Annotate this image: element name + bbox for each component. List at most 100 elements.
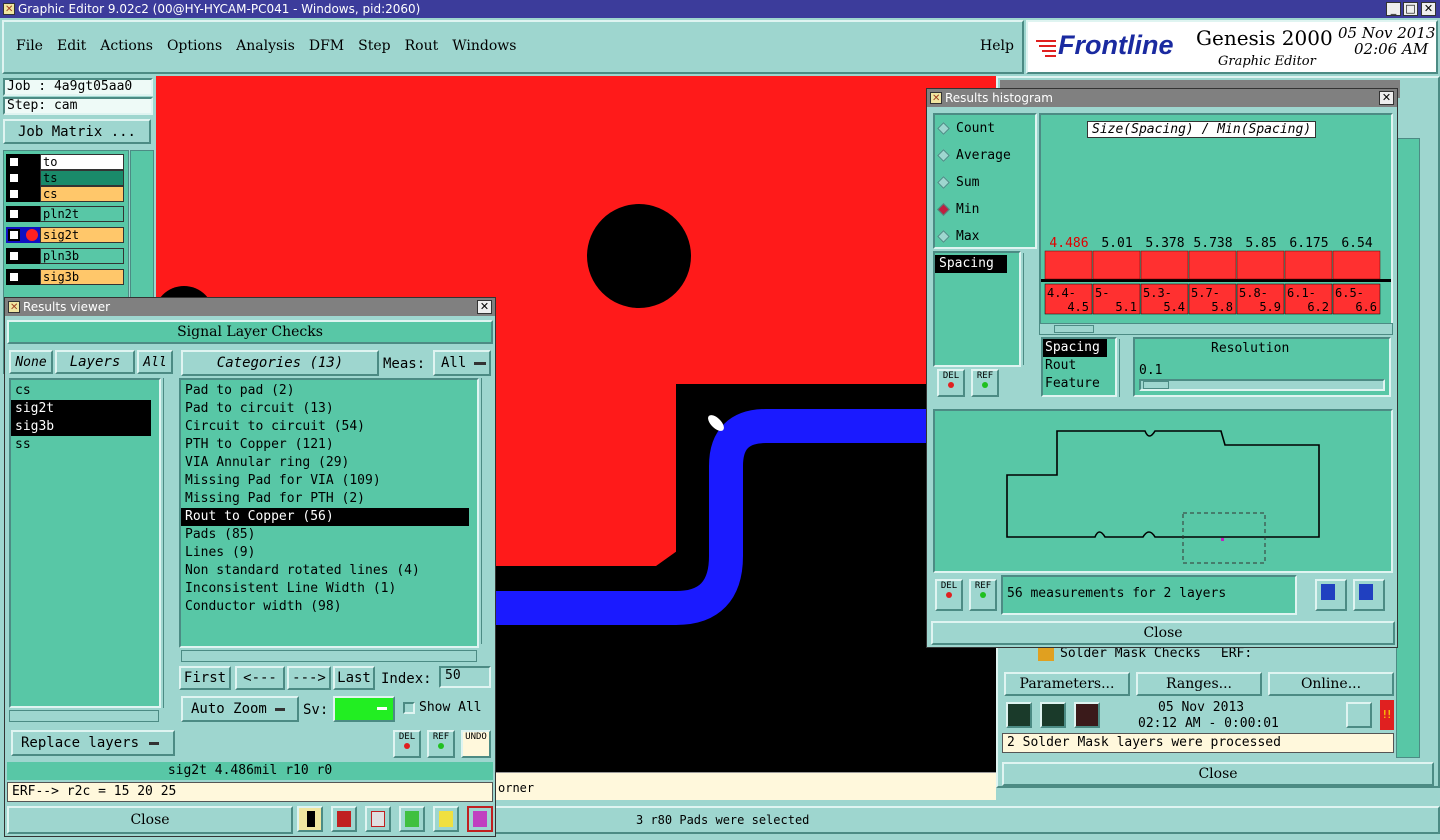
category-item[interactable]: PTH to Copper (121) <box>181 436 469 454</box>
viewer-del-button[interactable]: DEL <box>393 730 421 758</box>
layer-checkbox-icon[interactable] <box>8 271 20 283</box>
ranges-button[interactable]: Ranges... <box>1136 672 1262 696</box>
ref-off-icon[interactable] <box>365 806 391 832</box>
histogram-export-icon[interactable] <box>1315 579 1347 611</box>
chart-hscroll[interactable] <box>1039 323 1393 335</box>
category-item[interactable]: Rout to Copper (56) <box>181 508 469 526</box>
mode-radio-sum[interactable]: Sum <box>935 169 1035 196</box>
category-item[interactable]: Conductor width (98) <box>181 598 469 616</box>
layers-all-button[interactable]: All <box>137 350 173 374</box>
layer-checkbox-icon[interactable] <box>8 208 20 220</box>
solder-mask-row[interactable]: Solder Mask Checks ERF: <box>1038 646 1252 661</box>
board-preview[interactable] <box>933 409 1393 573</box>
category-item[interactable]: Pad to pad (2) <box>181 382 469 400</box>
online-button[interactable]: Online... <box>1268 672 1394 696</box>
viewer-close-x[interactable]: ✕ <box>477 300 492 314</box>
viewer-ref-button[interactable]: REF <box>427 730 455 758</box>
show-all-checkbox[interactable]: Show All <box>403 700 482 715</box>
histogram-close-x[interactable]: ✕ <box>1379 91 1394 105</box>
viewer-titlebar[interactable]: Results viewer ✕ <box>5 298 495 317</box>
chart-hscroll-thumb[interactable] <box>1054 325 1094 333</box>
measure-list-scrollbar[interactable] <box>1023 253 1035 365</box>
mode-radio-min[interactable]: Min <box>935 196 1035 223</box>
minimize-button[interactable]: _ <box>1386 2 1401 16</box>
alert-icon[interactable]: !! <box>1380 700 1394 730</box>
job-matrix-button[interactable]: Job Matrix ... <box>3 119 151 144</box>
erf-icon[interactable] <box>331 806 357 832</box>
mode-radio-count[interactable]: Count <box>935 115 1035 142</box>
group-list-scrollbar[interactable] <box>1119 339 1131 397</box>
viewer-undo-button[interactable]: UNDO <box>461 730 491 758</box>
run-error-icon[interactable] <box>1074 702 1100 728</box>
category-item[interactable]: Non standard rotated lines (4) <box>181 562 469 580</box>
highlight-icon[interactable] <box>297 806 323 832</box>
menu-analysis[interactable]: Analysis <box>236 38 295 54</box>
histogram-layout-icon[interactable] <box>1353 579 1385 611</box>
histogram-titlebar[interactable]: Results histogram ✕ <box>927 89 1397 108</box>
resolution-slider[interactable] <box>1139 379 1385 391</box>
layer-row-pln3b[interactable]: pln3b <box>6 248 124 264</box>
viewer-menu-icon[interactable] <box>8 299 20 317</box>
histogram-menu-icon[interactable] <box>930 90 942 108</box>
layer-results-scrollbar[interactable] <box>163 378 175 708</box>
next-button[interactable]: ---> <box>287 666 331 690</box>
category-item[interactable]: Inconsistent Line Width (1) <box>181 580 469 598</box>
compare-icon[interactable] <box>399 806 425 832</box>
last-button[interactable]: Last <box>333 666 375 690</box>
category-item[interactable]: Missing Pad for VIA (109) <box>181 472 469 490</box>
zoom-icon[interactable] <box>1346 702 1372 728</box>
layer-checkbox-icon[interactable] <box>8 250 20 262</box>
menu-edit[interactable]: Edit <box>57 38 86 54</box>
categories-button[interactable]: Categories (13) <box>181 350 379 376</box>
close-button[interactable]: ✕ <box>1421 2 1436 16</box>
histogram-bar[interactable] <box>1140 250 1189 280</box>
category-item[interactable]: Lines (9) <box>181 544 469 562</box>
layer-row-cs[interactable]: cs <box>6 186 124 202</box>
layer-row-pln2t[interactable]: pln2t <box>6 206 124 222</box>
category-item[interactable]: Circuit to circuit (54) <box>181 418 469 436</box>
histogram-bar[interactable] <box>1188 250 1237 280</box>
histogram-bar[interactable] <box>1044 250 1093 280</box>
hist-ref-button[interactable]: REF <box>971 369 999 397</box>
checks-panel-scroll[interactable] <box>1396 138 1420 758</box>
layer-row-ts[interactable]: ts <box>6 170 124 186</box>
viewer-close-button[interactable]: Close <box>7 806 293 834</box>
main-titlebar[interactable]: Graphic Editor 9.02c2 (00@HY-HYCAM-PC041… <box>0 0 1440 19</box>
menu-options[interactable]: Options <box>167 38 222 54</box>
menu-rout[interactable]: Rout <box>405 38 439 54</box>
run-all-icon[interactable] <box>1040 702 1066 728</box>
auto-zoom-dropdown[interactable]: Auto Zoom <box>181 696 299 722</box>
viewer-layer-item[interactable]: sig3b <box>11 418 151 436</box>
mode-radio-average[interactable]: Average <box>935 142 1035 169</box>
category-item[interactable]: Pad to circuit (13) <box>181 400 469 418</box>
maximize-button[interactable]: □ <box>1403 2 1418 16</box>
category-item[interactable]: Missing Pad for PTH (2) <box>181 490 469 508</box>
menu-windows[interactable]: Windows <box>452 38 516 54</box>
category-item[interactable]: Pads (85) <box>181 526 469 544</box>
meas-dropdown[interactable]: All <box>433 350 491 376</box>
histogram-bar[interactable] <box>1284 250 1333 280</box>
category-hscroll[interactable] <box>181 650 477 662</box>
layer-row-sig3b[interactable]: sig3b <box>6 269 124 285</box>
viewer-layer-item[interactable]: cs <box>11 382 151 400</box>
menu-dfm[interactable]: DFM <box>309 38 344 54</box>
preview-ref-button[interactable]: REF <box>969 579 997 611</box>
prev-button[interactable]: <--- <box>235 666 285 690</box>
group-item[interactable]: Rout <box>1043 357 1107 375</box>
index-input[interactable]: 50 <box>439 666 491 688</box>
layer-row-to[interactable]: to <box>6 154 124 170</box>
histogram-bar[interactable] <box>1236 250 1285 280</box>
hist-del-button[interactable]: DEL <box>937 369 965 397</box>
layer-checkbox-icon[interactable] <box>8 156 20 168</box>
category-scrollbar[interactable] <box>481 378 493 644</box>
menu-actions[interactable]: Actions <box>100 38 153 54</box>
mode-radio-max[interactable]: Max <box>935 223 1035 250</box>
histogram-icon[interactable] <box>467 806 493 832</box>
viewer-layer-item[interactable]: sig2t <box>11 400 151 418</box>
layer-checkbox-icon[interactable] <box>8 229 20 241</box>
parameters-button[interactable]: Parameters... <box>1004 672 1130 696</box>
group-item[interactable]: Spacing <box>1043 339 1107 357</box>
first-button[interactable]: First <box>179 666 231 690</box>
menu-file[interactable]: File <box>16 38 43 54</box>
run-check-icon[interactable] <box>1006 702 1032 728</box>
